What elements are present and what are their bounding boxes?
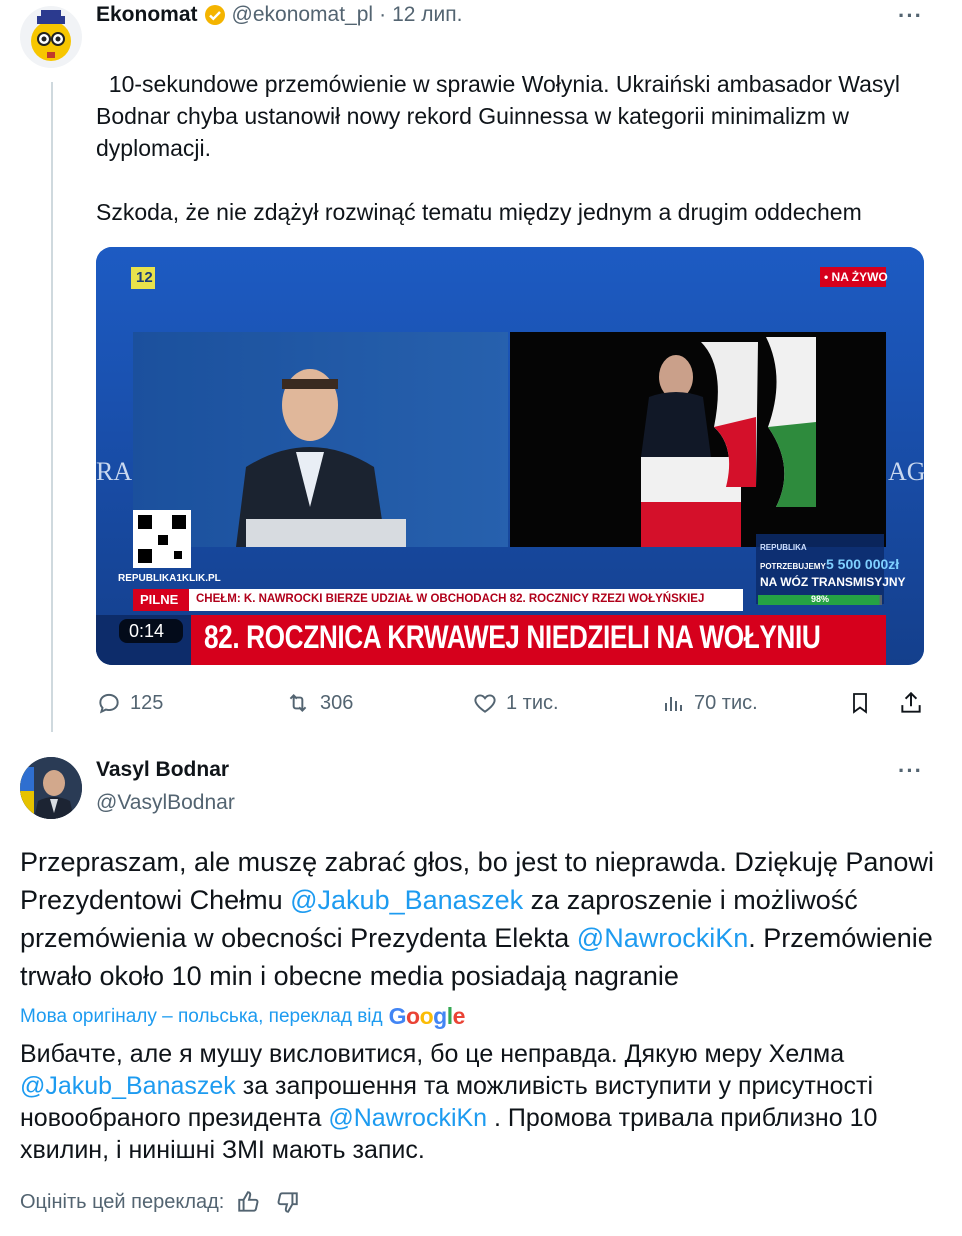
- ticker-text: CHEŁM: K. NAWROCKI BIERZE UDZIAŁ W OBCHO…: [196, 593, 705, 605]
- author-name[interactable]: Ekonomat: [96, 3, 198, 27]
- translated-part-1: Вибачте, але я мушу висловитися, бо це н…: [20, 1040, 845, 1068]
- thumbs-up-icon[interactable]: [236, 1189, 262, 1215]
- fund-brand: REPUBLIKA: [760, 543, 807, 552]
- reply-icon: [99, 693, 119, 714]
- translated-mention-nawrockikn[interactable]: @NawrockiKn: [328, 1104, 487, 1132]
- repost-count: 306: [320, 691, 354, 714]
- svg-text:RA: RA: [96, 457, 132, 486]
- repost-button[interactable]: 306: [284, 690, 353, 716]
- fund-target: NA WÓZ TRANSMISYJNY: [760, 575, 906, 589]
- author-name-2[interactable]: Vasyl Bodnar: [96, 758, 229, 782]
- share-icon: [901, 691, 921, 713]
- tweet-text-body: 10-sekundowe przemówienie w sprawie Woły…: [96, 71, 901, 225]
- tweet-date[interactable]: 12 лип.: [392, 3, 462, 27]
- fund-need: POTRZEBUJEMY: [760, 562, 826, 571]
- channel-logo: 12: [136, 269, 153, 286]
- vasyl-bodnar-avatar[interactable]: [20, 757, 82, 819]
- verified-badge-icon: [204, 4, 226, 26]
- translated-text: Вибачте, але я мушу висловитися, бо це н…: [20, 1038, 940, 1166]
- fund-progress-label: 98%: [811, 594, 830, 604]
- like-button[interactable]: 1 тис.: [472, 690, 559, 716]
- rate-translation-label: Оцініть цей переклад:: [20, 1190, 225, 1213]
- translation-note-text: Мова оригіналу – польська, переклад від: [20, 1005, 383, 1027]
- author-handle[interactable]: @ekonomat_pl: [232, 3, 374, 27]
- rate-translation: Оцініть цей переклад:: [20, 1189, 300, 1215]
- reply-button[interactable]: 125: [96, 690, 163, 716]
- site-label: REPUBLIKA1KLIK.PL: [118, 573, 221, 584]
- headline-text: 82. ROCZNICA KRWAWEJ NIEDZIELI NA WOŁYNI…: [204, 619, 821, 655]
- more-options-icon[interactable]: ···: [898, 3, 923, 29]
- translated-mention-jakub-banaszek[interactable]: @Jakub_Banaszek: [20, 1072, 236, 1100]
- heart-icon: [474, 694, 496, 713]
- mention-jakub-banaszek[interactable]: @Jakub_Banaszek: [290, 885, 523, 915]
- svg-text:AG: AG: [888, 457, 924, 486]
- dot-separator: ·: [379, 3, 387, 26]
- reply-count: 125: [130, 691, 164, 714]
- action-bar: 125 306 1 тис. 70 тис.: [96, 686, 924, 720]
- video-player[interactable]: RA AG 12 • NA ŻYWO REPUBLIKA1KLIK.PL REP…: [96, 247, 924, 665]
- live-badge: • NA ŻYWO: [824, 270, 888, 284]
- author-handle-2[interactable]: @VasylBodnar: [96, 791, 235, 815]
- views-count: 70 тис.: [694, 691, 758, 714]
- thumbs-down-icon[interactable]: [274, 1189, 300, 1215]
- bookmark-button[interactable]: [848, 690, 872, 716]
- fund-amount: 5 500 000zł: [826, 556, 900, 572]
- share-button[interactable]: [898, 690, 924, 716]
- mention-nawrockikn[interactable]: @NawrockiKn: [577, 923, 748, 953]
- thread-line: [51, 82, 53, 732]
- views-button[interactable]: 70 тис.: [662, 690, 758, 716]
- google-logo: Google: [388, 1003, 466, 1029]
- video-duration: 0:14: [129, 621, 165, 641]
- like-count: 1 тис.: [506, 691, 559, 714]
- more-options-icon-2[interactable]: ···: [898, 758, 923, 784]
- views-icon: [665, 697, 682, 711]
- bookmark-icon: [853, 693, 867, 714]
- translation-note[interactable]: Мова оригіналу – польська, переклад від …: [20, 1003, 465, 1030]
- tweet-text-2: Przepraszam, ale muszę zabrać głos, bo j…: [20, 843, 940, 995]
- ekonomat-avatar[interactable]: [20, 6, 82, 68]
- pilne-label: PILNE: [140, 592, 179, 607]
- repost-icon: [289, 694, 307, 712]
